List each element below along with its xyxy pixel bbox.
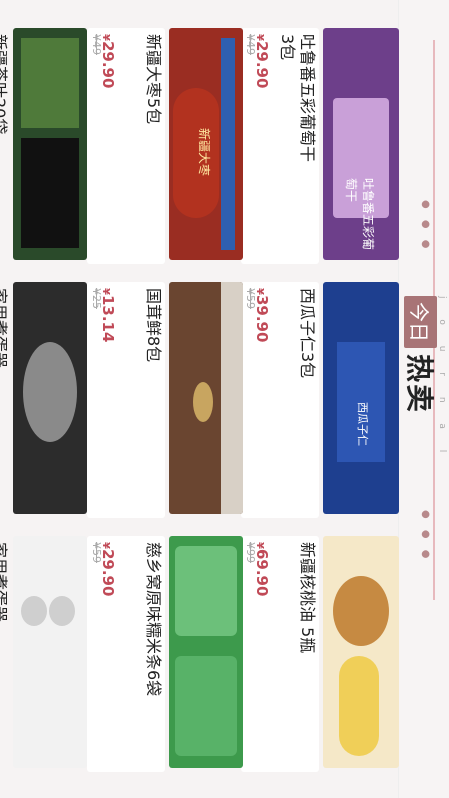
product-card-walnut-oil[interactable]: 新疆核桃油 5瓶 ¥69.90 ¥99 <box>241 536 319 772</box>
product-image-tea[interactable] <box>13 28 87 260</box>
product-image-dates[interactable]: 新疆大枣 <box>169 28 243 260</box>
header-title: 今日 热卖 <box>403 296 439 414</box>
header-dots-right: ● ● ● <box>420 510 431 563</box>
hot-sale-title: 热卖 <box>403 354 436 415</box>
product-card-egg-boiler[interactable]: 家用煮蛋器 <box>0 282 9 518</box>
product-name: 家用煮蛋器 <box>0 542 9 623</box>
product-old-price: ¥59 <box>90 542 103 563</box>
header-dots-left: ● ● ● <box>420 200 431 253</box>
product-old-price: ¥49 <box>90 34 103 55</box>
page-stage: j o u r n a l ● ● ● 今日 热卖 ● ● ● 吐鲁番五彩葡萄干… <box>0 0 449 798</box>
product-image-rice-sticks[interactable] <box>169 536 243 768</box>
product-name: 新疆茶叶20袋 <box>0 34 9 135</box>
section-header: j o u r n a l ● ● ● 今日 热卖 ● ● ● <box>398 0 449 798</box>
product-card-mushroom[interactable]: 国茸鲜8包 ¥13.14 ¥25 <box>87 282 165 518</box>
product-card-tea[interactable]: 新疆茶叶20袋 <box>0 28 9 264</box>
product-name: 新疆大枣5包 <box>144 34 163 125</box>
product-image-seeds[interactable]: 西瓜子仁 <box>323 282 399 514</box>
product-name: 慈乡窝原味糯米条6袋 <box>144 542 163 697</box>
product-old-price: ¥99 <box>244 542 257 563</box>
product-image-walnut-oil[interactable] <box>323 536 399 768</box>
product-name: 新疆核桃油 5瓶 <box>298 542 317 654</box>
product-image-mushroom[interactable] <box>169 282 243 514</box>
product-old-price: ¥49 <box>244 34 257 55</box>
product-image-egg-boiler[interactable] <box>13 282 87 514</box>
product-card-spoons[interactable]: 家用煮蛋器 <box>0 536 9 772</box>
product-card-rice-sticks[interactable]: 慈乡窝原味糯米条6袋 ¥29.90 ¥59 <box>87 536 165 772</box>
product-image-grapes[interactable]: 吐鲁番五彩葡萄干 <box>323 28 399 260</box>
product-name: 国茸鲜8包 <box>144 288 163 363</box>
product-card-dates[interactable]: 新疆大枣5包 ¥29.90 ¥49 <box>87 28 165 264</box>
today-badge: 今日 <box>404 296 438 348</box>
product-card-seeds[interactable]: 西瓜子仁3包 ¥39.90 ¥59 <box>241 282 319 518</box>
product-card-grapes[interactable]: 吐鲁番五彩葡萄干3包 ¥29.90 ¥49 <box>241 28 319 264</box>
product-image-spoons[interactable] <box>13 536 87 768</box>
product-name: 家用煮蛋器 <box>0 288 9 369</box>
product-name: 西瓜子仁3包 <box>298 288 317 379</box>
product-name: 吐鲁番五彩葡萄干3包 <box>278 34 317 163</box>
product-old-price: ¥59 <box>244 288 257 309</box>
product-old-price: ¥25 <box>90 288 103 309</box>
